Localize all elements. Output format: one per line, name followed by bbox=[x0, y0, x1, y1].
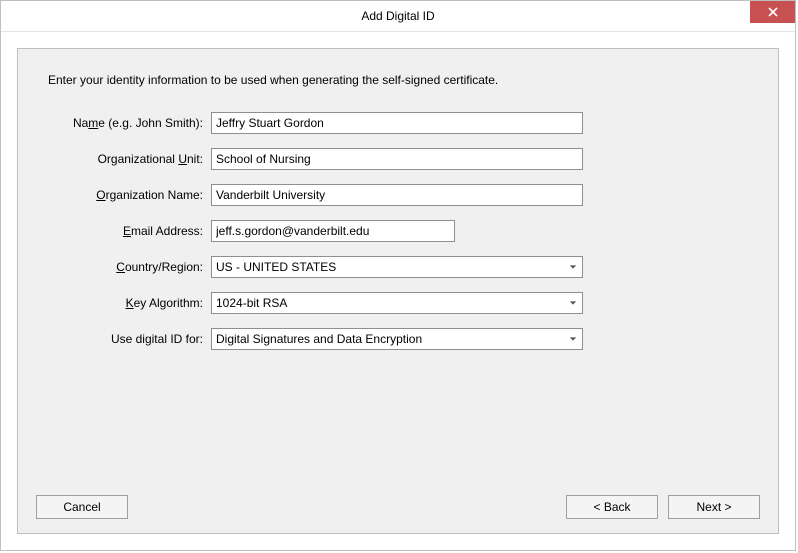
cancel-button[interactable]: Cancel bbox=[36, 495, 128, 519]
intro-text: Enter your identity information to be us… bbox=[48, 73, 748, 87]
use-for-select[interactable]: Digital Signatures and Data Encryption bbox=[211, 328, 583, 350]
row-use-for: Use digital ID for: Digital Signatures a… bbox=[48, 321, 748, 357]
country-select[interactable]: US - UNITED STATES bbox=[211, 256, 583, 278]
label-use-for: Use digital ID for: bbox=[48, 332, 211, 346]
label-email: Email Address: bbox=[48, 224, 211, 238]
form: Name (e.g. John Smith): Organizational U… bbox=[48, 105, 748, 357]
close-icon bbox=[768, 7, 778, 17]
form-panel: Enter your identity information to be us… bbox=[17, 48, 779, 534]
close-button[interactable] bbox=[750, 1, 795, 23]
content-area: Enter your identity information to be us… bbox=[1, 32, 795, 550]
next-button[interactable]: Next > bbox=[668, 495, 760, 519]
key-algo-select[interactable]: 1024-bit RSA bbox=[211, 292, 583, 314]
label-country: Country/Region: bbox=[48, 260, 211, 274]
label-name: Name (e.g. John Smith): bbox=[48, 116, 211, 130]
org-unit-input[interactable] bbox=[211, 148, 583, 170]
row-org-unit: Organizational Unit: bbox=[48, 141, 748, 177]
use-for-value: Digital Signatures and Data Encryption bbox=[212, 332, 564, 346]
row-name: Name (e.g. John Smith): bbox=[48, 105, 748, 141]
name-input[interactable] bbox=[211, 112, 583, 134]
label-org-unit: Organizational Unit: bbox=[48, 152, 211, 166]
row-country: Country/Region: US - UNITED STATES bbox=[48, 249, 748, 285]
chevron-down-icon bbox=[564, 257, 582, 277]
back-button[interactable]: < Back bbox=[566, 495, 658, 519]
button-bar: Cancel < Back Next > bbox=[18, 495, 778, 519]
country-value: US - UNITED STATES bbox=[212, 260, 564, 274]
row-key-algo: Key Algorithm: 1024-bit RSA bbox=[48, 285, 748, 321]
row-email: Email Address: bbox=[48, 213, 748, 249]
label-org-name: Organization Name: bbox=[48, 188, 211, 202]
chevron-down-icon bbox=[564, 329, 582, 349]
dialog-window: Add Digital ID Enter your identity infor… bbox=[0, 0, 796, 551]
titlebar: Add Digital ID bbox=[1, 1, 795, 32]
window-title: Add Digital ID bbox=[361, 9, 434, 23]
key-algo-value: 1024-bit RSA bbox=[212, 296, 564, 310]
chevron-down-icon bbox=[564, 293, 582, 313]
org-name-input[interactable] bbox=[211, 184, 583, 206]
label-key-algo: Key Algorithm: bbox=[48, 296, 211, 310]
email-input[interactable] bbox=[211, 220, 455, 242]
row-org-name: Organization Name: bbox=[48, 177, 748, 213]
